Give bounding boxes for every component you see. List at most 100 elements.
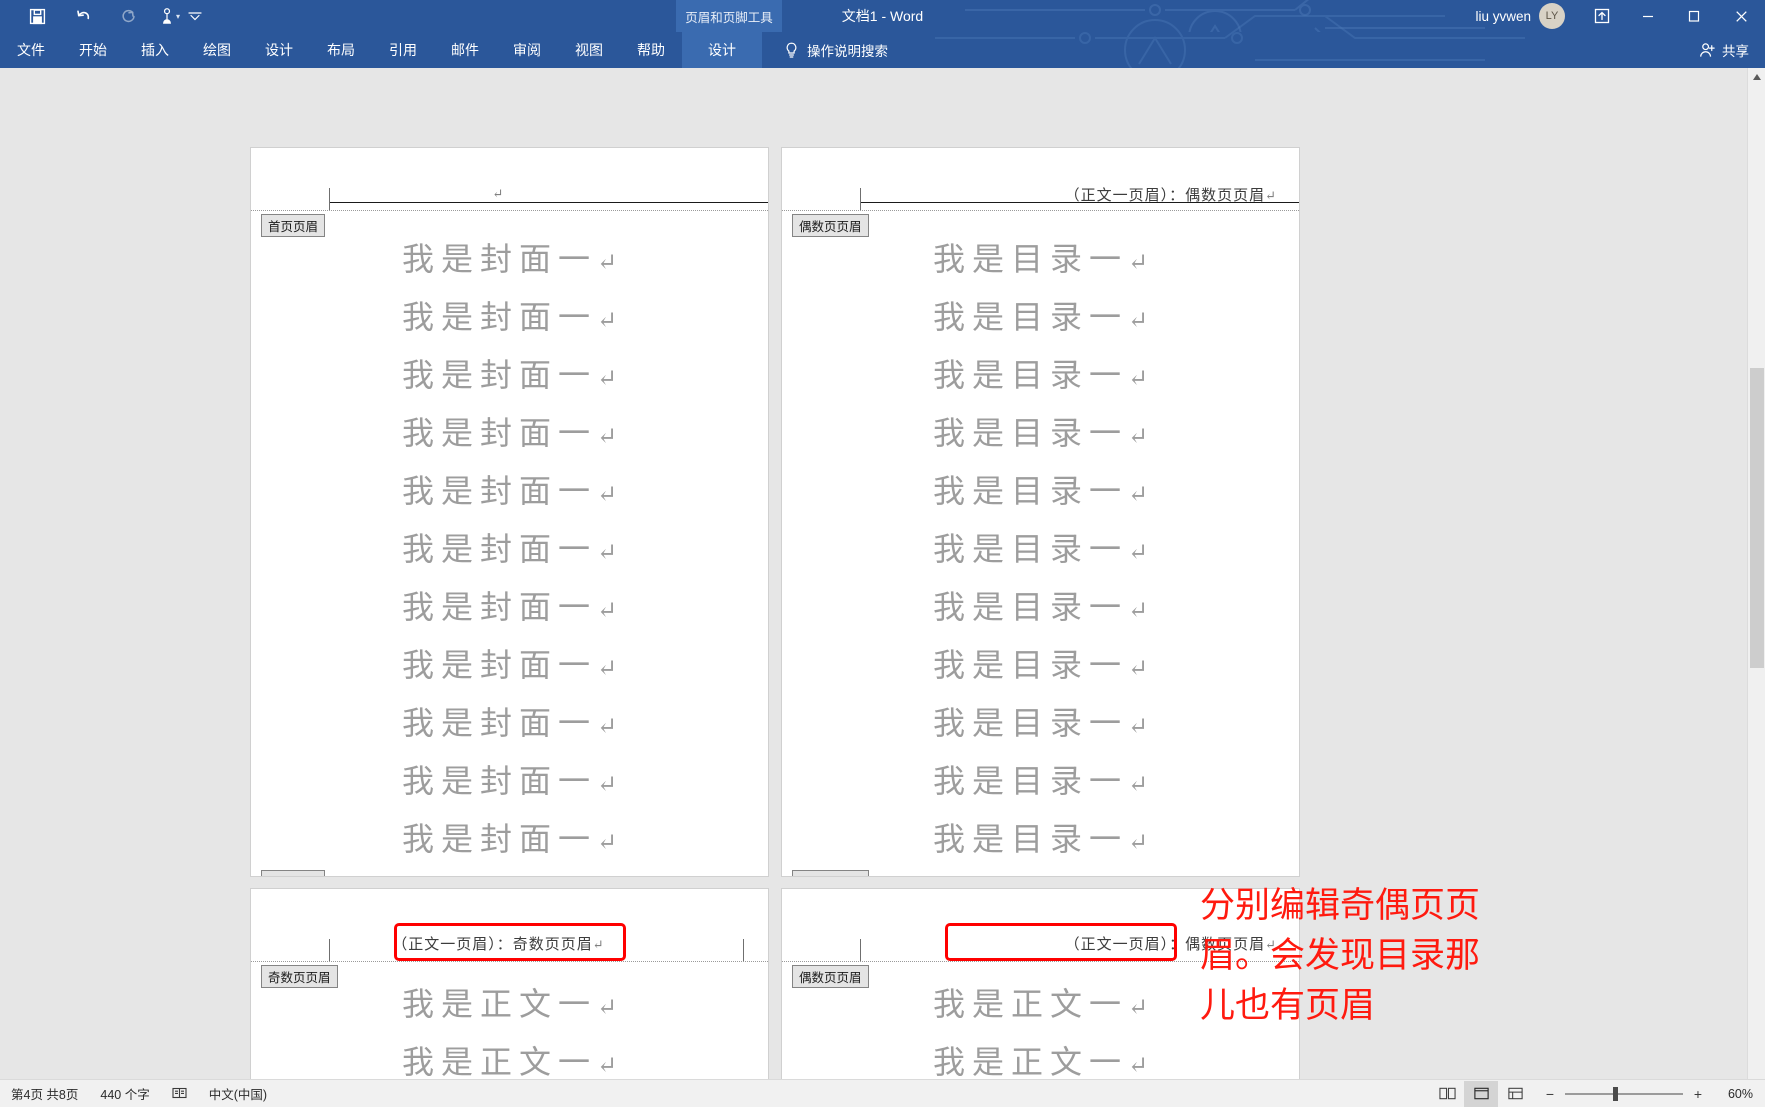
tab-file[interactable]: 文件 — [0, 32, 62, 68]
scroll-up-button[interactable] — [1748, 68, 1765, 86]
tab-home[interactable]: 开始 — [62, 32, 124, 68]
page-2-body[interactable]: 我是目录一↵ 我是目录一↵ 我是目录一↵ 我是目录一↵ 我是目录一↵ 我是目录一… — [782, 226, 1299, 870]
avatar[interactable]: LY — [1539, 3, 1565, 29]
tab-header-footer-design[interactable]: 设计 — [682, 32, 762, 68]
redo-button[interactable] — [106, 1, 152, 31]
zoom-out-button[interactable]: − — [1544, 1086, 1556, 1102]
page-1[interactable]: ↵ 首页页眉 我是封面一↵ 我是封面一↵ 我是封面一↵ 我是封面一↵ 我是封面一… — [250, 147, 769, 877]
body-line: 我是封面一↵ — [401, 821, 618, 857]
page-1-header-margin-tick — [329, 188, 330, 210]
body-line: 我是目录一↵ — [932, 589, 1149, 625]
status-right-cluster: − + 60% — [1430, 1080, 1765, 1107]
undo-button[interactable] — [60, 1, 106, 31]
page-2[interactable]: （正文一页眉）：偶数页页眉↵ 偶数页页眉 我是目录一↵ 我是目录一↵ 我是目录一… — [781, 147, 1300, 877]
body-line: 我是目录一↵ — [932, 531, 1149, 567]
tab-view[interactable]: 视图 — [558, 32, 620, 68]
pilcrow-icon: ↵ — [596, 308, 618, 334]
restore-button[interactable] — [1671, 0, 1717, 32]
ribbon-display-options-button[interactable] — [1579, 0, 1625, 32]
pilcrow-icon: ↵ — [596, 366, 618, 392]
pilcrow-icon: ↵ — [1127, 656, 1149, 682]
tab-references[interactable]: 引用 — [372, 32, 434, 68]
share-person-icon — [1700, 42, 1715, 57]
page-number-status[interactable]: 第4页 共8页 — [0, 1084, 89, 1103]
read-mode-icon — [1438, 1087, 1456, 1100]
pilcrow-icon: ↵ — [1127, 714, 1149, 740]
account-name[interactable]: liu yvwen — [1475, 9, 1531, 24]
pilcrow-icon: ↵ — [596, 250, 618, 276]
tab-insert[interactable]: 插入 — [124, 32, 186, 68]
pilcrow-icon: ↵ — [1127, 1053, 1149, 1079]
body-line: 我是目录一↵ — [932, 705, 1149, 741]
body-line: 我是封面一↵ — [401, 647, 618, 683]
zoom-in-button[interactable]: + — [1692, 1086, 1704, 1102]
page-3-header-area[interactable]: （正文一页眉）：奇数页页眉↵ 奇数页页眉 — [251, 889, 768, 988]
tab-mailings[interactable]: 邮件 — [434, 32, 496, 68]
zoom-level-label[interactable]: 60% — [1713, 1087, 1753, 1101]
page-2-footer-area[interactable]: 偶数页页脚 — [782, 870, 1299, 876]
quick-access-toolbar[interactable]: ▾ — [0, 1, 210, 31]
print-layout-button[interactable] — [1464, 1080, 1498, 1107]
page-3-header-divider — [251, 961, 768, 962]
minimize-icon — [1643, 15, 1653, 18]
pilcrow-icon: ↵ — [1127, 250, 1149, 276]
page-3[interactable]: （正文一页眉）：奇数页页眉↵ 奇数页页眉 我是正文一↵ 我是正文一↵ — [250, 888, 769, 1107]
page-3-header-text: （正文一页眉）：奇数页页眉↵ — [251, 933, 746, 954]
pilcrow-icon: ↵ — [596, 598, 618, 624]
page-1-header-label: 首页页眉 — [261, 214, 326, 237]
page-3-body[interactable]: 我是正文一↵ 我是正文一↵ — [251, 975, 768, 1093]
status-bar: 第4页 共8页 440 个字 中文(中国) − + 60% — [0, 1079, 1765, 1107]
pilcrow-icon: ↵ — [1127, 308, 1149, 334]
pilcrow-icon: ↵ — [596, 714, 618, 740]
pilcrow-icon: ↵ — [1127, 995, 1149, 1021]
page-1-header-text: ↵ — [251, 186, 746, 203]
page-2-header-area[interactable]: （正文一页眉）：偶数页页眉↵ 偶数页页眉 — [782, 148, 1299, 237]
zoom-slider[interactable] — [1565, 1086, 1683, 1102]
page-1-body[interactable]: 我是封面一↵ 我是封面一↵ 我是封面一↵ 我是封面一↵ 我是封面一↵ 我是封面一… — [251, 226, 768, 870]
proofing-status[interactable] — [161, 1087, 198, 1100]
customize-qat-button[interactable] — [180, 1, 210, 31]
tell-me-label: 操作说明搜索 — [807, 44, 888, 59]
read-mode-button[interactable] — [1430, 1081, 1464, 1107]
minimize-button[interactable] — [1625, 0, 1671, 32]
annotation-line-3: 儿也有页眉 — [1200, 986, 1376, 1025]
page-2-header-label: 偶数页页眉 — [792, 214, 869, 237]
page-4-header-margin-tick — [860, 939, 861, 961]
tab-help[interactable]: 帮助 — [620, 32, 682, 68]
close-button[interactable] — [1717, 0, 1765, 32]
body-line: 我是目录一↵ — [932, 415, 1149, 451]
tell-me-search[interactable]: 操作说明搜索 — [784, 32, 888, 68]
undo-icon — [76, 9, 89, 19]
share-button[interactable]: 共享 — [1699, 32, 1749, 68]
page-3-header-margin-tick — [329, 939, 330, 961]
pilcrow-icon: ↵ — [1127, 540, 1149, 566]
language-status[interactable]: 中文(中国) — [198, 1084, 278, 1103]
pilcrow-icon: ↵ — [596, 830, 618, 856]
body-line: 我是封面一↵ — [401, 589, 618, 625]
tab-review[interactable]: 审阅 — [496, 32, 558, 68]
web-layout-button[interactable] — [1498, 1081, 1532, 1107]
save-button[interactable] — [14, 1, 60, 31]
vertical-scrollbar[interactable] — [1747, 68, 1765, 1107]
pilcrow-icon: ↵ — [1127, 772, 1149, 798]
tab-design[interactable]: 设计 — [248, 32, 310, 68]
page-1-header-area[interactable]: ↵ 首页页眉 — [251, 148, 768, 237]
body-line: 我是封面一↵ — [401, 763, 618, 799]
body-line: 我是目录一↵ — [932, 821, 1149, 857]
body-line: 我是目录一↵ — [932, 299, 1149, 335]
page-2-header-divider — [782, 210, 1299, 211]
word-count-status[interactable]: 440 个字 — [89, 1084, 160, 1103]
body-line: 我是目录一↵ — [932, 647, 1149, 683]
body-line: 我是目录一↵ — [932, 357, 1149, 393]
tab-layout[interactable]: 布局 — [310, 32, 372, 68]
touch-mode-icon — [163, 7, 171, 24]
tab-draw[interactable]: 绘图 — [186, 32, 248, 68]
body-line: 我是目录一↵ — [932, 241, 1149, 277]
zoom-controls[interactable]: − + 60% — [1532, 1086, 1765, 1102]
scrollbar-thumb[interactable] — [1750, 368, 1764, 668]
page-1-footer-area[interactable]: 首页页脚 — [251, 870, 768, 876]
save-icon — [29, 8, 45, 24]
document-workspace: ↵ 首页页眉 我是封面一↵ 我是封面一↵ 我是封面一↵ 我是封面一↵ 我是封面一… — [0, 68, 1765, 1107]
body-line: 我是封面一↵ — [401, 531, 618, 567]
zoom-slider-knob[interactable] — [1613, 1086, 1618, 1101]
